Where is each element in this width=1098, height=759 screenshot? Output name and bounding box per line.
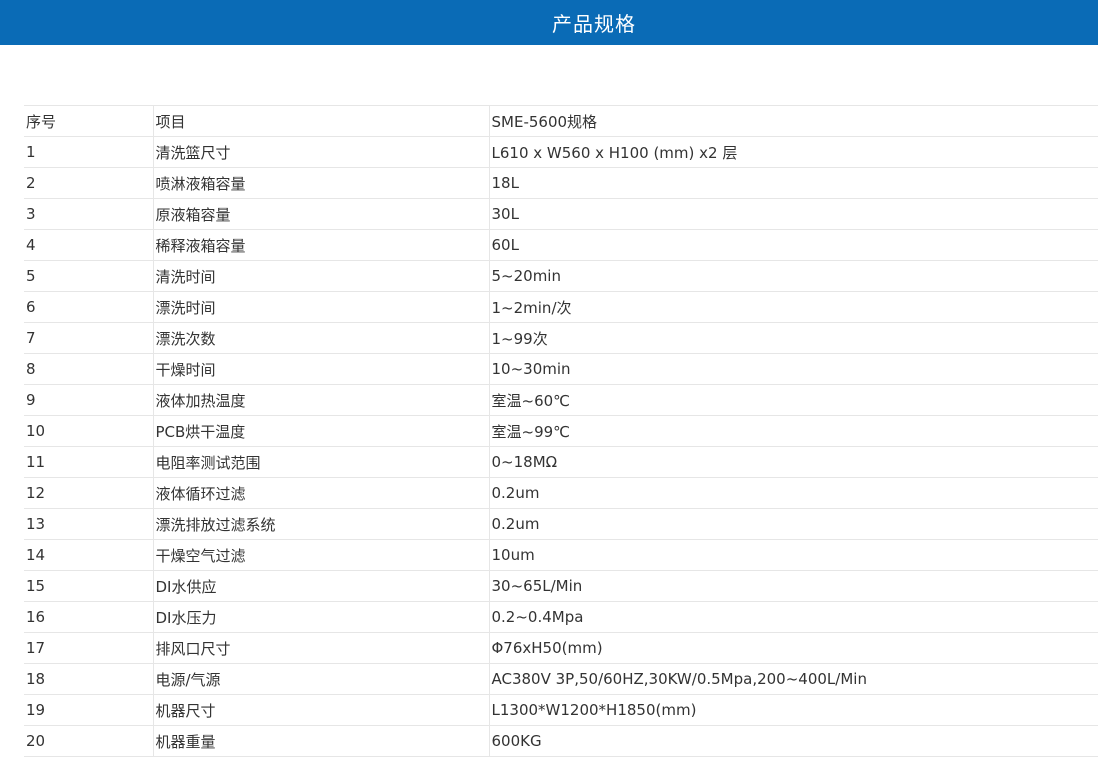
row-item-cell: 机器重量 <box>152 725 489 757</box>
header-cell-index: 序号 <box>24 105 153 137</box>
row-spec-cell: 30~65L/Min <box>488 570 1098 602</box>
row-item-cell: 液体加热温度 <box>152 384 489 416</box>
spec-table: 序号 项目 SME-5600规格 1 清洗篮尺寸 L610 x W560 x H10… <box>24 105 1098 757</box>
row-spec-cell: 5~20min <box>488 260 1098 292</box>
row-spec-cell: 1~99次 <box>488 322 1098 354</box>
table-row: 9 液体加热温度 室温~60℃ <box>24 384 1098 416</box>
table-row: 1 清洗篮尺寸 L610 x W560 x H100 (mm) x2 层 <box>24 136 1098 168</box>
table-row: 17 排风口尺寸 Φ76xH50(mm) <box>24 632 1098 664</box>
table-row: 10 PCB烘干温度 室温~99℃ <box>24 415 1098 447</box>
row-spec-cell: 30L <box>488 198 1098 230</box>
row-item-cell: 电阻率测试范围 <box>152 446 489 478</box>
row-spec-cell: 室温~60℃ <box>488 384 1098 416</box>
row-item-cell: 清洗时间 <box>152 260 489 292</box>
row-item-cell: 漂洗次数 <box>152 322 489 354</box>
row-item-cell: DI水供应 <box>152 570 489 602</box>
table-row: 5 清洗时间 5~20min <box>24 260 1098 292</box>
row-index-cell: 17 <box>24 632 153 664</box>
row-spec-cell: 10um <box>488 539 1098 571</box>
row-spec-cell: 10~30min <box>488 353 1098 385</box>
row-spec-cell: L1300*W1200*H1850(mm) <box>488 694 1098 726</box>
table-row: 8 干燥时间 10~30min <box>24 353 1098 385</box>
row-item-cell: 机器尺寸 <box>152 694 489 726</box>
table-row: 14 干燥空气过滤 10um <box>24 539 1098 571</box>
table-row: 13 漂洗排放过滤系统 0.2um <box>24 508 1098 540</box>
row-item-cell: 干燥时间 <box>152 353 489 385</box>
row-item-cell: 漂洗时间 <box>152 291 489 323</box>
row-spec-cell: 600KG <box>488 725 1098 757</box>
table-row: 15 DI水供应 30~65L/Min <box>24 570 1098 602</box>
row-index-cell: 14 <box>24 539 153 571</box>
table-row: 20 机器重量 600KG <box>24 725 1098 757</box>
row-index-cell: 1 <box>24 136 153 168</box>
table-row: 3 原液箱容量 30L <box>24 198 1098 230</box>
row-spec-cell: 60L <box>488 229 1098 261</box>
row-index-cell: 8 <box>24 353 153 385</box>
table-row: 7 漂洗次数 1~99次 <box>24 322 1098 354</box>
row-index-cell: 13 <box>24 508 153 540</box>
table-row: 16 DI水压力 0.2~0.4Mpa <box>24 601 1098 633</box>
row-item-cell: 排风口尺寸 <box>152 632 489 664</box>
row-spec-cell: 室温~99℃ <box>488 415 1098 447</box>
row-index-cell: 11 <box>24 446 153 478</box>
row-item-cell: 清洗篮尺寸 <box>152 136 489 168</box>
row-item-cell: 稀释液箱容量 <box>152 229 489 261</box>
table-row: 6 漂洗时间 1~2min/次 <box>24 291 1098 323</box>
table-row: 4 稀释液箱容量 60L <box>24 229 1098 261</box>
header-cell-spec: SME-5600规格 <box>488 105 1098 137</box>
row-index-cell: 12 <box>24 477 153 509</box>
row-spec-cell: 0.2~0.4Mpa <box>488 601 1098 633</box>
row-item-cell: 电源/气源 <box>152 663 489 695</box>
header-cell-item: 项目 <box>152 105 489 137</box>
row-item-cell: 液体循环过滤 <box>152 477 489 509</box>
row-item-cell: 漂洗排放过滤系统 <box>152 508 489 540</box>
row-spec-cell: 0.2um <box>488 477 1098 509</box>
row-spec-cell: 1~2min/次 <box>488 291 1098 323</box>
row-index-cell: 20 <box>24 725 153 757</box>
table-row: 2 喷淋液箱容量 18L <box>24 167 1098 199</box>
page-title: 产品规格 <box>552 12 636 36</box>
row-item-cell: 干燥空气过滤 <box>152 539 489 571</box>
row-spec-cell: Φ76xH50(mm) <box>488 632 1098 664</box>
row-spec-cell: 0~18MΩ <box>488 446 1098 478</box>
table-row: 19 机器尺寸 L1300*W1200*H1850(mm) <box>24 694 1098 726</box>
row-spec-cell: 0.2um <box>488 508 1098 540</box>
table-row: 12 液体循环过滤 0.2um <box>24 477 1098 509</box>
row-index-cell: 18 <box>24 663 153 695</box>
row-item-cell: DI水压力 <box>152 601 489 633</box>
table-header-row: 序号 项目 SME-5600规格 <box>24 105 1098 137</box>
row-spec-cell: AC380V 3P,50/60HZ,30KW/0.5Mpa,200~400L/M… <box>488 663 1098 695</box>
row-index-cell: 9 <box>24 384 153 416</box>
row-index-cell: 3 <box>24 198 153 230</box>
table-row: 18 电源/气源 AC380V 3P,50/60HZ,30KW/0.5Mpa,200… <box>24 663 1098 695</box>
page-header: 产品规格 <box>0 0 1098 45</box>
row-item-cell: PCB烘干温度 <box>152 415 489 447</box>
row-index-cell: 15 <box>24 570 153 602</box>
row-index-cell: 16 <box>24 601 153 633</box>
row-index-cell: 6 <box>24 291 153 323</box>
row-index-cell: 19 <box>24 694 153 726</box>
row-spec-cell: L610 x W560 x H100 (mm) x2 层 <box>488 136 1098 168</box>
row-index-cell: 7 <box>24 322 153 354</box>
row-index-cell: 2 <box>24 167 153 199</box>
row-spec-cell: 18L <box>488 167 1098 199</box>
row-index-cell: 10 <box>24 415 153 447</box>
row-index-cell: 5 <box>24 260 153 292</box>
table-row: 11 电阻率测试范围 0~18MΩ <box>24 446 1098 478</box>
row-item-cell: 原液箱容量 <box>152 198 489 230</box>
row-item-cell: 喷淋液箱容量 <box>152 167 489 199</box>
row-index-cell: 4 <box>24 229 153 261</box>
